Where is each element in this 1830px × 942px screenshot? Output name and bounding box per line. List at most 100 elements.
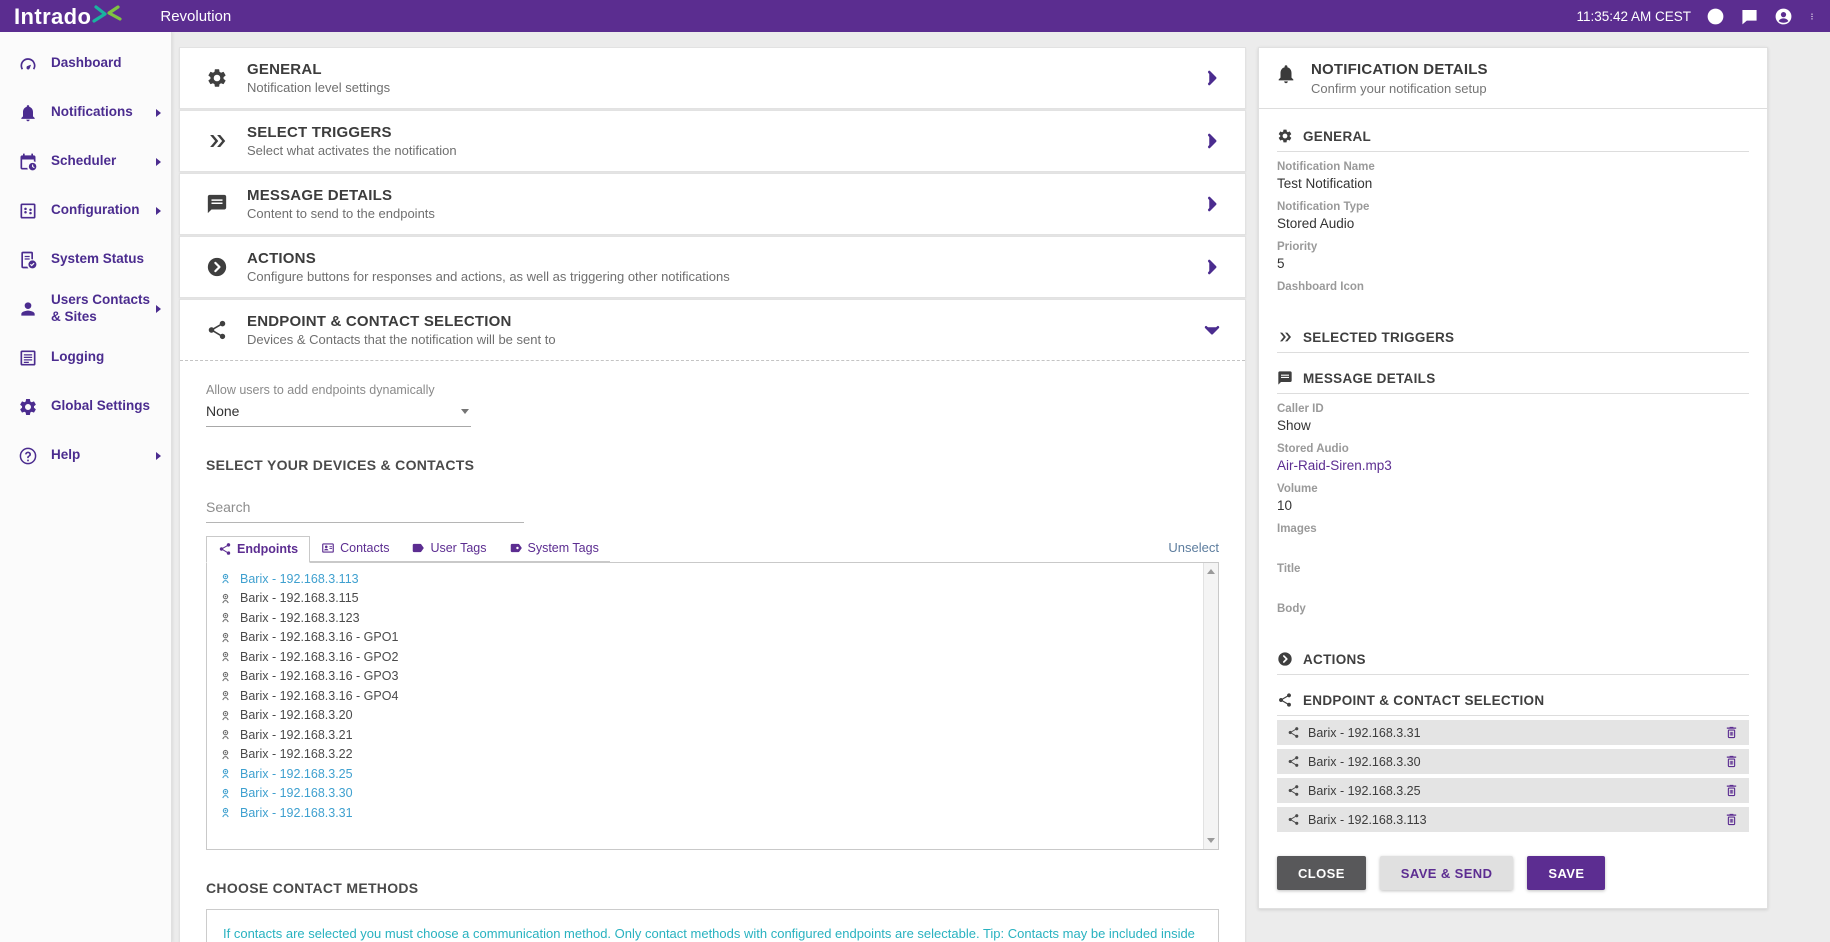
chat-icon[interactable]: [1740, 7, 1759, 26]
field-value: [1277, 538, 1749, 554]
trash-icon[interactable]: [1724, 754, 1739, 769]
sidebar-item-dashboard[interactable]: Dashboard: [0, 39, 171, 88]
endpoint-selection-body: Allow users to add endpoints dynamically…: [180, 383, 1245, 942]
sidebar-item-notifications[interactable]: Notifications: [0, 88, 171, 137]
sidebar-item-global-settings[interactable]: Global Settings: [0, 382, 171, 431]
share-icon: [218, 542, 232, 556]
trash-icon[interactable]: [1724, 783, 1739, 798]
endpoint-row[interactable]: Barix - 192.168.3.21: [219, 725, 1218, 745]
tag-icon: [411, 541, 425, 555]
endpoint-device-icon: [219, 572, 232, 585]
scrollbar[interactable]: [1203, 563, 1218, 849]
endpoint-name: Barix - 192.168.3.30: [240, 786, 353, 800]
endpoint-device-icon: [219, 787, 232, 800]
details-section-message-details: MESSAGE DETAILS: [1277, 370, 1749, 394]
dynamic-endpoints-select[interactable]: None: [206, 397, 471, 427]
section-title: ENDPOINT & CONTACT SELECTION: [247, 313, 556, 330]
sidebar-item-scheduler[interactable]: Scheduler: [0, 137, 171, 186]
details-section-general: GENERAL: [1277, 128, 1749, 152]
endpoint-row[interactable]: Barix - 192.168.3.22: [219, 745, 1218, 765]
contact-methods-note: If contacts are selected you must choose…: [223, 926, 1202, 942]
endpoint-name: Barix - 192.168.3.20: [240, 708, 353, 722]
section-endpoint-contact-selection[interactable]: ENDPOINT & CONTACT SELECTION Devices & C…: [179, 299, 1246, 942]
unselect-link[interactable]: Unselect: [1168, 540, 1219, 559]
endpoint-row[interactable]: Barix - 192.168.3.16 - GPO1: [219, 628, 1218, 648]
details-section-actions: ACTIONS: [1277, 651, 1749, 675]
field-label: Notification Name: [1277, 161, 1749, 173]
selected-endpoint-row: Barix - 192.168.3.25: [1277, 778, 1749, 803]
tab-system-tags[interactable]: System Tags: [498, 536, 610, 562]
sidebar-item-configuration[interactable]: Configuration: [0, 186, 171, 235]
clock: 11:35:42 AM CEST: [1576, 9, 1691, 24]
selected-endpoint-row: Barix - 192.168.3.31: [1277, 720, 1749, 745]
scroll-up-arrow-icon[interactable]: [1207, 569, 1215, 574]
details-title: NOTIFICATION DETAILS: [1311, 61, 1488, 78]
close-button[interactable]: CLOSE: [1277, 856, 1366, 890]
chevron-right-icon: [1201, 193, 1223, 215]
endpoint-name: Barix - 192.168.3.123: [240, 611, 360, 625]
endpoint-row[interactable]: Barix - 192.168.3.16 - GPO3: [219, 667, 1218, 687]
sidebar-nav: Dashboard Notifications Scheduler Config…: [0, 39, 171, 480]
section-actions[interactable]: ACTIONS Configure buttons for responses …: [179, 236, 1246, 298]
endpoint-device-icon: [219, 748, 232, 761]
details-header: NOTIFICATION DETAILS Confirm your notifi…: [1259, 48, 1767, 109]
share-icon: [1277, 692, 1293, 708]
tab-user-tags[interactable]: User Tags: [400, 536, 497, 562]
field-label: Notification Type: [1277, 201, 1749, 213]
detail-field: Stored Audio Air-Raid-Siren.mp3: [1277, 443, 1749, 474]
save-send-button[interactable]: SAVE & SEND: [1380, 856, 1514, 890]
sidebar-item-help[interactable]: Help: [0, 431, 171, 480]
dragonfly-icon: [92, 5, 122, 23]
gear-icon: [1277, 128, 1293, 144]
section-select-triggers[interactable]: SELECT TRIGGERS Select what activates th…: [179, 110, 1246, 172]
tab-contacts[interactable]: Contacts: [310, 536, 400, 562]
overflow-menu-icon[interactable]: [1808, 7, 1816, 26]
endpoint-device-icon: [219, 611, 232, 624]
selected-endpoint-name: Barix - 192.168.3.31: [1308, 726, 1421, 740]
field-label: Stored Audio: [1277, 443, 1749, 455]
details-section-endpoint-selection: ENDPOINT & CONTACT SELECTION: [1277, 692, 1749, 716]
alarm-icon[interactable]: [1706, 7, 1725, 26]
endpoint-row[interactable]: Barix - 192.168.3.123: [219, 608, 1218, 628]
message-fields: Caller ID Show Stored Audio Air-Raid-Sir…: [1277, 403, 1749, 634]
selected-endpoint-name: Barix - 192.168.3.25: [1308, 784, 1421, 798]
calendar-icon: [18, 152, 38, 172]
detail-field: Body: [1277, 603, 1749, 634]
endpoint-row[interactable]: Barix - 192.168.3.25: [219, 764, 1218, 784]
sidebar-item-logging[interactable]: Logging: [0, 333, 171, 382]
chevron-right-icon: [156, 305, 161, 313]
endpoint-row[interactable]: Barix - 192.168.3.31: [219, 803, 1218, 823]
notification-bell-icon: [1275, 63, 1297, 85]
scroll-down-arrow-icon[interactable]: [1207, 838, 1215, 843]
intrado-logo[interactable]: Intrado: [14, 5, 122, 28]
endpoint-row[interactable]: Barix - 192.168.3.113: [219, 569, 1218, 589]
system-status-icon: [18, 250, 38, 270]
endpoint-row[interactable]: Barix - 192.168.3.20: [219, 706, 1218, 726]
endpoint-device-icon: [219, 767, 232, 780]
brand-text: Intrado: [14, 6, 91, 28]
field-label: Caller ID: [1277, 403, 1749, 415]
section-subtitle: Notification level settings: [247, 80, 390, 95]
section-message-details[interactable]: MESSAGE DETAILS Content to send to the e…: [179, 173, 1246, 235]
search-input[interactable]: [206, 495, 524, 523]
sidebar-item-system-status[interactable]: System Status: [0, 235, 171, 284]
account-icon[interactable]: [1774, 7, 1793, 26]
endpoint-row[interactable]: Barix - 192.168.3.115: [219, 589, 1218, 609]
chevron-right-icon: [1201, 67, 1223, 89]
endpoint-row[interactable]: Barix - 192.168.3.16 - GPO2: [219, 647, 1218, 667]
field-label: Title: [1277, 563, 1749, 575]
notification-details-panel: NOTIFICATION DETAILS Confirm your notifi…: [1258, 47, 1768, 909]
endpoint-device-icon: [219, 592, 232, 605]
trash-icon[interactable]: [1724, 812, 1739, 827]
endpoint-device-icon: [219, 689, 232, 702]
save-button[interactable]: SAVE: [1527, 856, 1605, 890]
trash-icon[interactable]: [1724, 725, 1739, 740]
endpoint-row[interactable]: Barix - 192.168.3.16 - GPO4: [219, 686, 1218, 706]
section-general[interactable]: GENERAL Notification level settings: [179, 47, 1246, 109]
endpoint-row[interactable]: Barix - 192.168.3.30: [219, 784, 1218, 804]
sidebar-item-users-contacts-sites[interactable]: Users Contacts & Sites: [0, 284, 171, 333]
top-app-bar: Intrado Revolution 11:35:42 AM CEST: [0, 0, 1830, 32]
field-value[interactable]: Air-Raid-Siren.mp3: [1277, 458, 1749, 474]
tab-endpoints[interactable]: Endpoints: [206, 536, 310, 563]
chevron-right-icon: [1201, 130, 1223, 152]
